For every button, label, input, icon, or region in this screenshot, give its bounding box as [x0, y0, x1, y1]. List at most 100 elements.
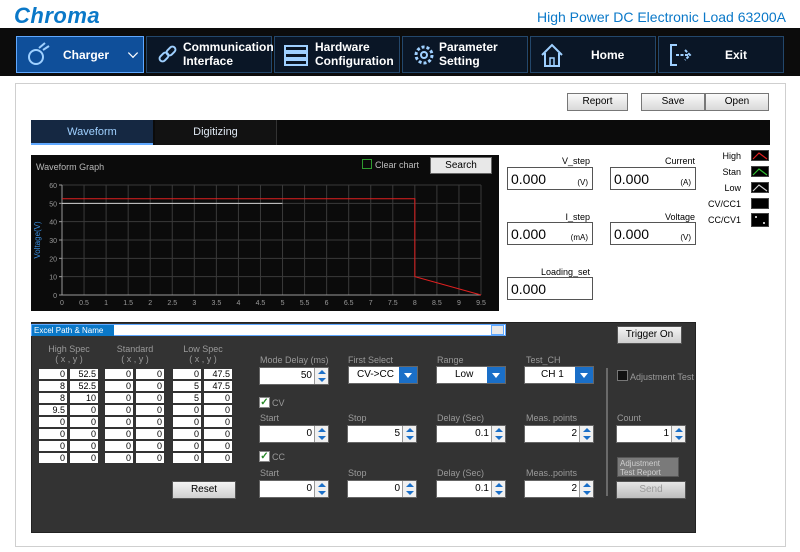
- high-spec-cell[interactable]: 52.5: [69, 380, 99, 392]
- nav-parameter-button[interactable]: Parameter Setting: [402, 36, 528, 73]
- cv-meas-points-stepper[interactable]: 2: [524, 425, 594, 443]
- standard-cell[interactable]: 0: [135, 428, 165, 440]
- nav-charger-button[interactable]: Charger: [16, 36, 144, 73]
- adjustment-test-checkbox[interactable]: [617, 370, 628, 381]
- standard-cell[interactable]: 0: [104, 404, 134, 416]
- chevron-down-icon[interactable]: [127, 47, 139, 59]
- cc-stop-stepper[interactable]: 0: [347, 480, 417, 498]
- low-spec-cell[interactable]: 5: [172, 392, 202, 404]
- spin-arrows-icon[interactable]: [314, 426, 328, 442]
- cc-stop-label: Stop: [348, 468, 367, 478]
- high-spec-cell[interactable]: 0: [38, 368, 68, 380]
- high-spec-cell[interactable]: 0: [69, 416, 99, 428]
- legend-low-label: Low: [724, 183, 741, 193]
- spin-arrows-icon[interactable]: [491, 481, 505, 497]
- high-spec-cell[interactable]: 0: [69, 428, 99, 440]
- cc-start-stepper[interactable]: 0: [259, 480, 329, 498]
- standard-cell[interactable]: 0: [135, 404, 165, 416]
- nav-exit-button[interactable]: Exit: [658, 36, 784, 73]
- low-spec-cell[interactable]: 0: [203, 392, 233, 404]
- low-spec-cell[interactable]: 0: [203, 428, 233, 440]
- standard-cell[interactable]: 0: [135, 416, 165, 428]
- tab-digitizing[interactable]: Digitizing: [155, 120, 277, 145]
- nav-hardware-button[interactable]: Hardware Configuration: [274, 36, 400, 73]
- high-spec-cell[interactable]: 9.5: [38, 404, 68, 416]
- test-ch-dropdown[interactable]: CH 1: [524, 366, 594, 384]
- high-spec-cell[interactable]: 10: [69, 392, 99, 404]
- high-spec-cell[interactable]: 0: [69, 404, 99, 416]
- adjustment-test-report-button[interactable]: Adjustment Test Report: [617, 457, 679, 477]
- spin-arrows-icon[interactable]: [314, 368, 328, 384]
- spin-arrows-icon[interactable]: [402, 481, 416, 497]
- spin-arrows-icon[interactable]: [579, 426, 593, 442]
- nav-home-label: Home: [591, 48, 625, 62]
- low-spec-cell[interactable]: 0: [203, 416, 233, 428]
- standard-cell[interactable]: 0: [104, 392, 134, 404]
- cv-delay-stepper[interactable]: 0.1: [436, 425, 506, 443]
- standard-cell[interactable]: 0: [104, 440, 134, 452]
- spin-arrows-icon[interactable]: [491, 426, 505, 442]
- standard-cell[interactable]: 0: [104, 452, 134, 464]
- low-spec-cell[interactable]: 0: [203, 404, 233, 416]
- first-select-dropdown[interactable]: CV->CC: [348, 366, 418, 384]
- cc-meas-points-stepper[interactable]: 2: [524, 480, 594, 498]
- range-dropdown[interactable]: Low: [436, 366, 506, 384]
- spin-arrows-icon[interactable]: [402, 426, 416, 442]
- count-label: Count: [617, 413, 642, 423]
- high-spec-cell[interactable]: 0: [69, 452, 99, 464]
- tab-waveform[interactable]: Waveform: [31, 120, 153, 145]
- low-spec-cell[interactable]: 47.5: [203, 368, 233, 380]
- low-spec-cell[interactable]: 47.5: [203, 380, 233, 392]
- cv-start-stepper[interactable]: 0: [259, 425, 329, 443]
- x-tick-label: 6.5: [344, 300, 354, 307]
- standard-cell[interactable]: 0: [135, 440, 165, 452]
- trigger-on-button[interactable]: Trigger On: [617, 326, 682, 344]
- low-spec-cell[interactable]: 0: [203, 440, 233, 452]
- low-spec-cell[interactable]: 5: [172, 380, 202, 392]
- spin-arrows-icon[interactable]: [671, 426, 685, 442]
- standard-cell[interactable]: 0: [104, 368, 134, 380]
- low-spec-cell[interactable]: 0: [172, 428, 202, 440]
- high-spec-cell[interactable]: 8: [38, 380, 68, 392]
- open-button[interactable]: Open: [705, 93, 769, 111]
- low-spec-cell[interactable]: 0: [172, 440, 202, 452]
- low-spec-cell[interactable]: 0: [172, 452, 202, 464]
- save-button[interactable]: Save: [641, 93, 705, 111]
- high-spec-cell[interactable]: 8: [38, 392, 68, 404]
- standard-cell[interactable]: 0: [135, 368, 165, 380]
- nav-home-button[interactable]: Home: [530, 36, 656, 73]
- nav-communication-button[interactable]: Communication Interface: [146, 36, 274, 73]
- cv-checkbox[interactable]: ✓: [259, 397, 270, 408]
- reset-button[interactable]: Reset: [172, 481, 236, 499]
- standard-cell[interactable]: 0: [104, 428, 134, 440]
- standard-cell[interactable]: 0: [135, 392, 165, 404]
- cv-stop-stepper[interactable]: 5: [347, 425, 417, 443]
- high-spec-cell[interactable]: 0: [38, 428, 68, 440]
- high-spec-cell[interactable]: 52.5: [69, 368, 99, 380]
- low-spec-cell[interactable]: 0: [172, 404, 202, 416]
- dropdown-arrow-icon[interactable]: [399, 367, 417, 383]
- high-spec-cell[interactable]: 0: [38, 440, 68, 452]
- high-spec-cell[interactable]: 0: [38, 416, 68, 428]
- send-button[interactable]: Send: [616, 481, 686, 499]
- standard-cell[interactable]: 0: [135, 452, 165, 464]
- standard-cell[interactable]: 0: [104, 416, 134, 428]
- dropdown-arrow-icon[interactable]: [487, 367, 505, 383]
- low-spec-cell[interactable]: 0: [203, 452, 233, 464]
- low-spec-cell[interactable]: 0: [172, 368, 202, 380]
- spin-arrows-icon[interactable]: [579, 481, 593, 497]
- high-spec-cell[interactable]: 0: [69, 440, 99, 452]
- folder-icon[interactable]: [491, 325, 504, 335]
- spin-arrows-icon[interactable]: [314, 481, 328, 497]
- standard-cell[interactable]: 0: [104, 380, 134, 392]
- standard-cell[interactable]: 0: [135, 380, 165, 392]
- cc-checkbox[interactable]: ✓: [259, 451, 270, 462]
- low-spec-cell[interactable]: 0: [172, 416, 202, 428]
- x-tick-label: 4: [236, 300, 240, 307]
- cc-delay-stepper[interactable]: 0.1: [436, 480, 506, 498]
- dropdown-arrow-icon[interactable]: [575, 367, 593, 383]
- count-stepper[interactable]: 1: [616, 425, 686, 443]
- mode-delay-stepper[interactable]: 50: [259, 367, 329, 385]
- report-button[interactable]: Report: [567, 93, 628, 111]
- high-spec-cell[interactable]: 0: [38, 452, 68, 464]
